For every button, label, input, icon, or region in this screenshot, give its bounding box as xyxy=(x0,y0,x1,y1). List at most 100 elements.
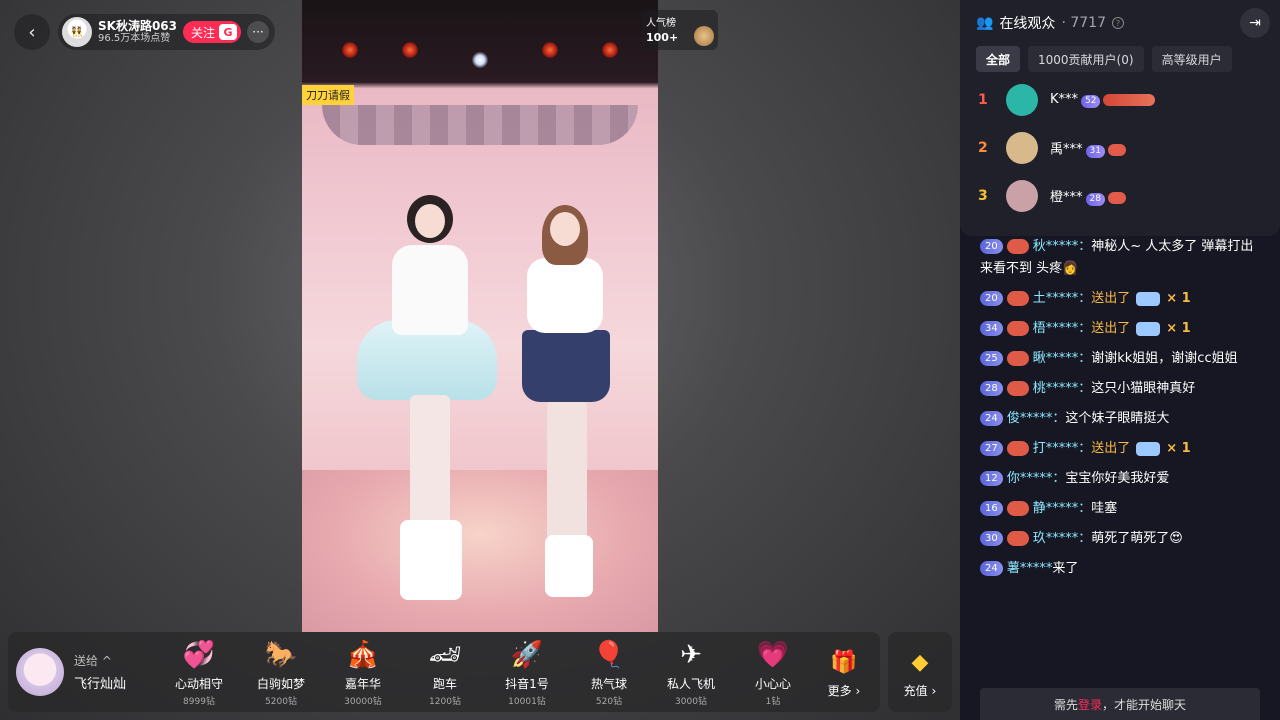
gift-price: 1200钻 xyxy=(429,696,461,707)
chat-text: 这个妹子眼睛挺大 xyxy=(1065,411,1170,426)
fan-club-badge: G xyxy=(219,24,238,40)
login-link[interactable]: 登录 xyxy=(1078,696,1102,713)
gift-item[interactable]: 🐎 白驹如梦 5200钻 xyxy=(240,638,322,707)
gift-price: 5200钻 xyxy=(265,696,297,707)
gift-thumbnail xyxy=(1136,321,1161,336)
popularity-rank[interactable]: 人气榜 100+ xyxy=(642,10,718,50)
login-prompt-prefix: 需先 xyxy=(1053,697,1078,712)
chat-username[interactable]: 静*****： xyxy=(1033,501,1092,516)
audience-username: 橙*** xyxy=(1050,190,1083,206)
gift-name: 白驹如梦 xyxy=(256,676,305,691)
fan-badge xyxy=(1107,143,1126,156)
more-gifts-button[interactable]: 🎁 更多 › xyxy=(814,645,874,699)
chat-list[interactable]: 20 秋*****：神秘人~ 人太多了 弹幕打出来看不到 头疼👩 20 土*****：… xyxy=(960,228,1280,686)
gift-item[interactable]: 🏎 跑车 1200钻 xyxy=(404,638,486,707)
chat-text: 送出了 xyxy=(1091,291,1131,306)
audience-name: 橙*** 28 xyxy=(1050,186,1126,206)
top-bar: ‹ 👯 SK秋涛路063 96.5万本场点赞 关注 G ··· xyxy=(14,14,276,50)
gift-item[interactable]: 🎪 嘉年华 30000钻 xyxy=(322,638,404,707)
gift-item[interactable]: 💞 心动相守 8999钻 xyxy=(158,638,240,707)
chat-username[interactable]: 你*****： xyxy=(1007,471,1066,486)
performer-left xyxy=(410,395,450,525)
performer-left xyxy=(400,520,462,600)
avatar[interactable] xyxy=(1006,180,1038,212)
avatar[interactable] xyxy=(1006,84,1038,116)
chevron-left-icon: ‹ xyxy=(28,21,36,43)
back-button[interactable]: ‹ xyxy=(14,14,50,50)
audience-row[interactable]: 1 K*** 52 xyxy=(960,76,1280,124)
collapse-icon: ⇥ xyxy=(1249,15,1261,31)
gift-box-icon: 🎁 xyxy=(830,649,858,675)
chat-username[interactable]: 玖*****： xyxy=(1033,531,1092,546)
collapse-panel-button[interactable]: ⇥ xyxy=(1240,8,1270,38)
chat-username[interactable]: 俊*****： xyxy=(1007,411,1066,426)
chat-text: 这只小猫眼神真好 xyxy=(1091,381,1196,396)
chat-username[interactable]: 薯***** xyxy=(1007,561,1053,576)
gift-item[interactable]: 💗 小心心 1钻 xyxy=(732,638,814,707)
gift-multiplier: × 1 xyxy=(1166,321,1191,336)
gift-item[interactable]: 🎈 热气球 520钻 xyxy=(568,638,650,707)
audience-row[interactable]: 2 禹*** 31 xyxy=(960,124,1280,172)
chat-username[interactable]: 桃*****： xyxy=(1033,381,1092,396)
level-badge: 16 xyxy=(980,501,1003,516)
gift-icon: 🐎 xyxy=(264,639,298,670)
level-badge: 24 xyxy=(980,411,1003,426)
help-icon[interactable]: ? xyxy=(1111,17,1124,29)
fan-badge xyxy=(1006,239,1029,254)
audience-rank: 3 xyxy=(978,188,988,204)
chat-username[interactable]: 秋*****： xyxy=(1033,239,1092,254)
gift-icon: 💗 xyxy=(756,639,790,670)
anchor-likes: 96.5万本场点赞 xyxy=(98,33,171,44)
chat-message: 20 土*****：送出了 × 1 xyxy=(980,288,1262,310)
recipient-name: 飞行灿灿 xyxy=(74,677,127,692)
gift-thumbnail xyxy=(1136,441,1161,456)
gift-price: 10001钻 xyxy=(508,696,546,707)
performer-left xyxy=(392,245,468,335)
chat-text: 哇塞 xyxy=(1091,501,1118,516)
audience-name: K*** 52 xyxy=(1050,92,1156,108)
gift-price: 520钻 xyxy=(595,696,623,707)
send-to[interactable]: 送给 ^ 飞行灿灿 xyxy=(8,648,158,696)
more-button[interactable]: ··· xyxy=(247,21,270,43)
stage-light xyxy=(472,52,488,68)
audience-row[interactable]: 3 橙*** 28 xyxy=(960,172,1280,220)
chat-username[interactable]: 瞅*****： xyxy=(1033,351,1092,366)
live-video[interactable]: 刀刀请假 xyxy=(302,0,658,632)
gift-name: 跑车 xyxy=(432,676,457,691)
chat-message: 24 薯*****来了 xyxy=(980,558,1262,580)
gift-price: 30000钻 xyxy=(344,696,382,707)
gift-item[interactable]: ✈ 私人飞机 3000钻 xyxy=(650,638,732,707)
performer-right xyxy=(522,330,610,402)
level-badge: 30 xyxy=(980,531,1003,546)
audience-tab[interactable]: 高等级用户 xyxy=(1151,46,1232,72)
gift-price: 1钻 xyxy=(765,696,781,707)
login-prompt-suffix: ，才能开始聊天 xyxy=(1102,697,1187,712)
chat-message: 28 桃*****：这只小猫眼神真好 xyxy=(980,378,1262,400)
chat-username[interactable]: 土*****： xyxy=(1033,291,1092,306)
audience-tab[interactable]: 1000贡献用户(0) xyxy=(1028,46,1144,72)
audience-tab[interactable]: 全部 xyxy=(976,46,1021,72)
performer-right xyxy=(527,258,603,333)
chat-username[interactable]: 梧*****： xyxy=(1033,321,1092,336)
gift-item[interactable]: 🚀 抖音1号 10001钻 xyxy=(486,638,568,707)
avatar[interactable] xyxy=(1006,132,1038,164)
audience-list: 1 K*** 52 2 禹*** 31 3 橙*** 28 xyxy=(960,76,1280,220)
anchor-avatar[interactable]: 👯 xyxy=(62,17,92,47)
trophy-icon xyxy=(694,26,714,46)
follow-button[interactable]: 关注 G xyxy=(183,21,242,43)
level-badge: 31 xyxy=(1085,144,1105,158)
chat-username[interactable]: 打*****： xyxy=(1033,441,1092,456)
chat-text: 谢谢kk姐姐，谢谢cc姐姐 xyxy=(1091,351,1238,366)
gift-name: 心动相守 xyxy=(174,676,223,691)
chat-message: 16 静*****：哇塞 xyxy=(980,498,1262,520)
performer-right xyxy=(545,535,593,597)
side-panel: 👥 在线观众 · 7717 ? ⇥ 全部 1000贡献用户(0) 高等级用户 1 K*… xyxy=(960,0,1280,720)
recharge-button[interactable]: ◆ 充值 › xyxy=(888,632,952,712)
gift-icon: 🎪 xyxy=(346,639,380,670)
chat-text: 送出了 xyxy=(1091,441,1131,456)
fan-badge xyxy=(1006,441,1029,456)
audience-count: · 7717 xyxy=(1061,15,1106,31)
anchor-card[interactable]: 👯 SK秋涛路063 96.5万本场点赞 关注 G ··· xyxy=(58,14,276,50)
gift-thumbnail xyxy=(1136,291,1161,306)
users-icon: 👥 xyxy=(976,15,994,31)
